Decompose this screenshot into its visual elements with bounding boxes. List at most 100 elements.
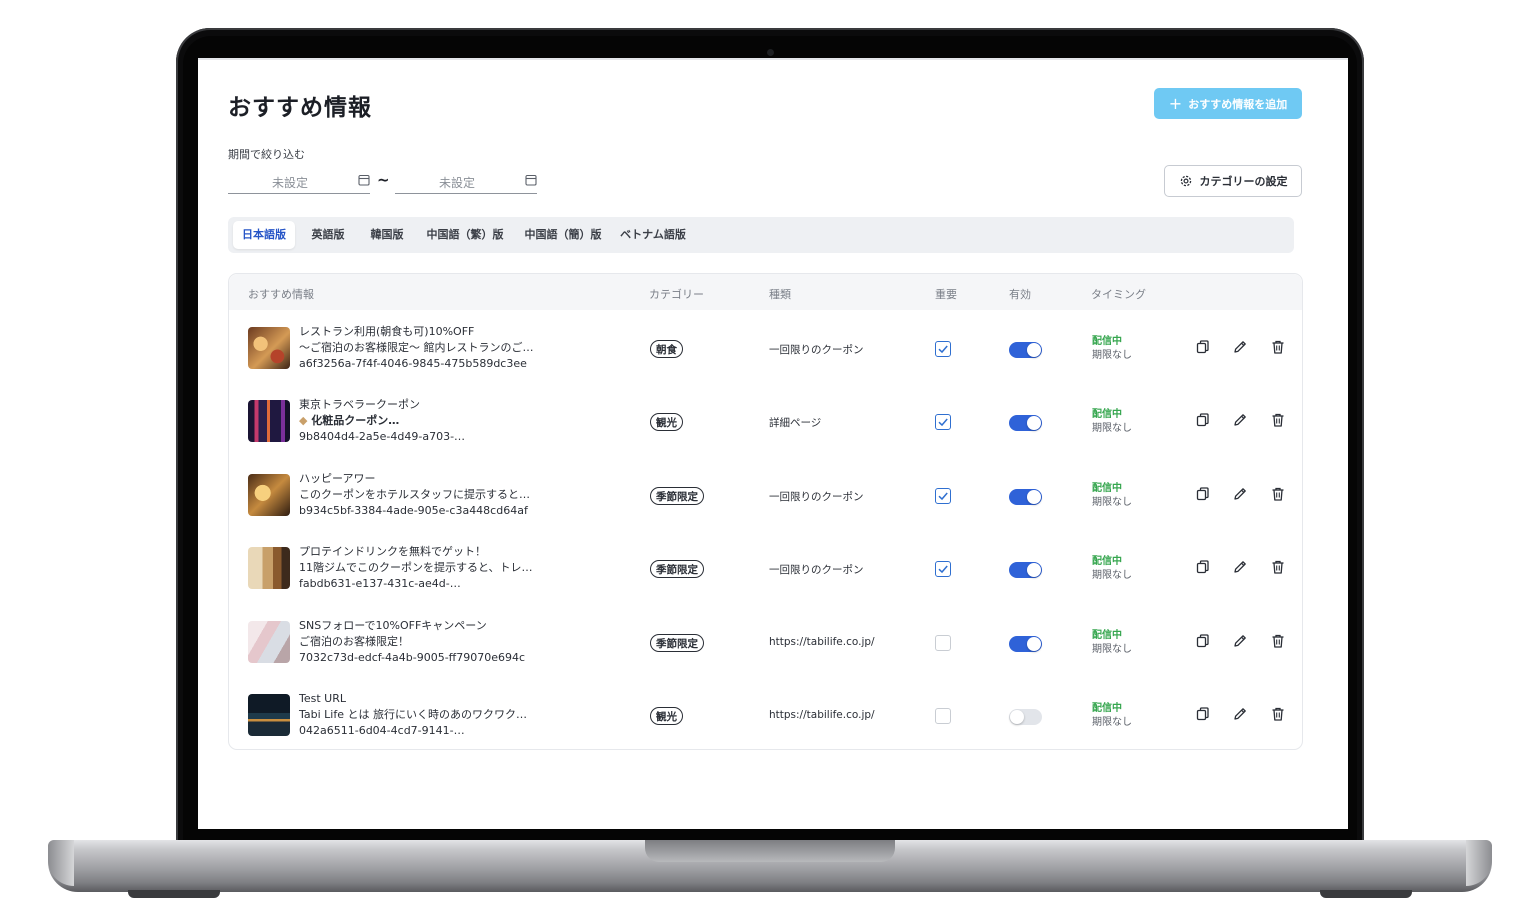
edit-icon[interactable] — [1232, 559, 1248, 575]
timing-info: 配信中 期限なし — [1092, 629, 1132, 657]
delete-icon[interactable] — [1270, 633, 1286, 649]
important-checkbox[interactable] — [935, 341, 951, 357]
active-toggle[interactable] — [1009, 415, 1042, 431]
copy-icon[interactable] — [1195, 559, 1211, 575]
copy-icon[interactable] — [1195, 633, 1211, 649]
tab-chinese-simplified[interactable]: 中国語（簡）版 — [520, 221, 606, 249]
row-description: Tabi Life とは 旅行にいく時のあのワクワク… — [299, 708, 527, 721]
plus-icon: + — [1168, 93, 1183, 113]
camera — [767, 49, 774, 56]
tab-chinese-traditional[interactable]: 中国語（繁）版 — [422, 221, 508, 249]
period-filter-label: 期間で絞り込む — [228, 148, 305, 161]
edit-icon[interactable] — [1232, 633, 1248, 649]
delete-icon[interactable] — [1270, 706, 1286, 722]
row-title: ハッピーアワー — [299, 472, 376, 485]
row-info: Test URL Tabi Life とは 旅行にいく時のあのワクワク… 042… — [299, 691, 549, 739]
row-id: 9b8404d4-2a5e-4d49-a703-… — [299, 430, 466, 443]
row-id: 042a6511-6d04-4cd7-9141-… — [299, 724, 465, 737]
row-type: 一回限りのクーポン — [769, 344, 864, 356]
table-row[interactable]: ハッピーアワー このクーポンをホテルスタッフに提示すると… b934c5bf-3… — [229, 458, 1302, 531]
toggle-knob — [1010, 710, 1024, 724]
delete-icon[interactable] — [1270, 559, 1286, 575]
laptop-foot-right — [1320, 890, 1412, 898]
category-badge: 季節限定 — [650, 560, 704, 578]
table-row[interactable]: SNSフォローで10%OFFキャンペーン ご宿泊のお客様限定！ 7032c73d… — [229, 605, 1302, 678]
row-title: SNSフォローで10%OFFキャンペーン — [299, 619, 487, 632]
copy-icon[interactable] — [1195, 339, 1211, 355]
edit-icon[interactable] — [1232, 339, 1248, 355]
row-id: 7032c73d-edcf-4a4b-9005-ff79070e694c — [299, 651, 526, 664]
tab-japanese[interactable]: 日本語版 — [233, 221, 295, 249]
delete-icon[interactable] — [1270, 486, 1286, 502]
active-toggle[interactable] — [1009, 342, 1042, 358]
thumbnail-image — [248, 474, 290, 516]
limit-text: 期限なし — [1092, 644, 1132, 655]
status-text: 配信中 — [1092, 630, 1122, 641]
start-date-placeholder: 未設定 — [272, 176, 309, 190]
important-checkbox[interactable] — [935, 488, 951, 504]
edit-icon[interactable] — [1232, 486, 1248, 502]
column-header-info: おすすめ情報 — [248, 288, 314, 301]
toggle-knob — [1027, 637, 1041, 651]
table-row[interactable]: 東京トラベラークーポン ◆ 化粧品クーポン… 9b8404d4-2a5e-4d4… — [229, 384, 1302, 457]
limit-text: 期限なし — [1092, 717, 1132, 728]
category-badge: 観光 — [650, 413, 683, 431]
toggle-knob — [1027, 343, 1041, 357]
laptop-notch — [645, 840, 895, 862]
laptop-base-edge-left — [48, 840, 74, 886]
start-date-field[interactable]: 未設定 — [228, 166, 370, 194]
copy-icon[interactable] — [1195, 706, 1211, 722]
add-recommendation-button[interactable]: + おすすめ情報を追加 — [1154, 88, 1302, 119]
thumbnail-image — [248, 400, 290, 442]
status-text: 配信中 — [1092, 336, 1122, 347]
row-info: 東京トラベラークーポン ◆ 化粧品クーポン… 9b8404d4-2a5e-4d4… — [299, 397, 549, 445]
category-settings-button[interactable]: カテゴリーの設定 — [1164, 165, 1302, 197]
important-checkbox[interactable] — [935, 414, 951, 430]
row-title: 東京トラベラークーポン — [299, 398, 420, 411]
laptop-base-edge-right — [1466, 840, 1492, 886]
timing-info: 配信中 期限なし — [1092, 482, 1132, 510]
table-row[interactable]: Test URL Tabi Life とは 旅行にいく時のあのワクワク… 042… — [229, 678, 1302, 751]
calendar-icon[interactable] — [525, 174, 537, 186]
tab-english[interactable]: 英語版 — [302, 221, 354, 249]
row-id: b934c5bf-3384-4ade-905e-c3a448cd64af — [299, 504, 528, 517]
delete-icon[interactable] — [1270, 339, 1286, 355]
toggle-knob — [1027, 490, 1041, 504]
category-badge: 朝食 — [650, 340, 683, 358]
important-checkbox[interactable] — [935, 635, 951, 651]
category-badge: 季節限定 — [650, 487, 704, 505]
row-type: 詳細ページ — [769, 417, 822, 429]
row-info: ハッピーアワー このクーポンをホテルスタッフに提示すると… b934c5bf-3… — [299, 471, 549, 519]
limit-text: 期限なし — [1092, 350, 1132, 361]
important-checkbox[interactable] — [935, 708, 951, 724]
row-type: https://tabilife.co.jp/ — [769, 709, 875, 721]
active-toggle[interactable] — [1009, 636, 1042, 652]
active-toggle[interactable] — [1009, 709, 1042, 725]
active-toggle[interactable] — [1009, 489, 1042, 505]
row-description: このクーポンをホテルスタッフに提示すると… — [299, 488, 530, 501]
row-info: プロテインドリンクを無料でゲット！ 11階ジムでこのクーポンを提示すると、トレ…… — [299, 544, 549, 592]
tab-korean[interactable]: 韓国版 — [362, 221, 412, 249]
laptop-foot-left — [128, 890, 220, 898]
tab-vietnamese[interactable]: ベトナム語版 — [617, 221, 689, 249]
edit-icon[interactable] — [1232, 706, 1248, 722]
app-screen: おすすめ情報 + おすすめ情報を追加 期間で絞り込む 未設定 ~ 未設定 カテゴ… — [198, 58, 1348, 829]
important-checkbox[interactable] — [935, 561, 951, 577]
copy-icon[interactable] — [1195, 412, 1211, 428]
table-row[interactable]: プロテインドリンクを無料でゲット！ 11階ジムでこのクーポンを提示すると、トレ…… — [229, 531, 1302, 604]
row-title: プロテインドリンクを無料でゲット！ — [299, 545, 486, 558]
row-info: レストラン利用(朝食も可)10%OFF 〜ご宿泊のお客様限定〜 館内レストランの… — [299, 324, 549, 372]
row-type: https://tabilife.co.jp/ — [769, 636, 875, 648]
active-toggle[interactable] — [1009, 562, 1042, 578]
row-type: 一回限りのクーポン — [769, 564, 864, 576]
end-date-field[interactable]: 未設定 — [395, 166, 537, 194]
row-title: Test URL — [299, 692, 346, 705]
thumbnail-image — [248, 694, 290, 736]
table-row[interactable]: レストラン利用(朝食も可)10%OFF 〜ご宿泊のお客様限定〜 館内レストランの… — [229, 311, 1302, 384]
thumbnail-image — [248, 547, 290, 589]
edit-icon[interactable] — [1232, 412, 1248, 428]
copy-icon[interactable] — [1195, 486, 1211, 502]
timing-info: 配信中 期限なし — [1092, 702, 1132, 730]
delete-icon[interactable] — [1270, 412, 1286, 428]
calendar-icon[interactable] — [358, 174, 370, 186]
